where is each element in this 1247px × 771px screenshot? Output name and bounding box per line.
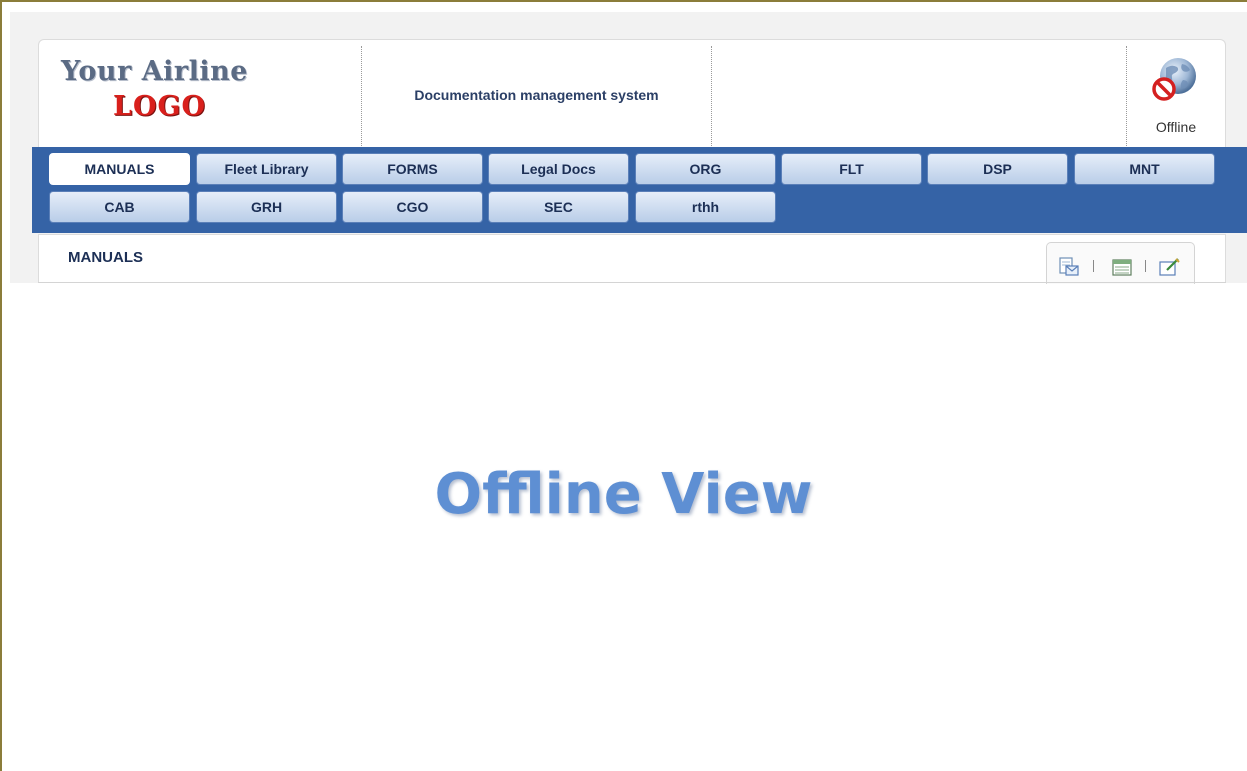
offline-view-banner: Offline View xyxy=(434,462,813,527)
tab-cgo[interactable]: CGO xyxy=(342,191,483,223)
logo-line-1: Your Airline xyxy=(61,56,248,87)
content-divider xyxy=(38,282,1226,283)
tab-forms[interactable]: FORMS xyxy=(342,153,483,185)
main-nav: MANUALS Fleet Library FORMS Legal Docs O… xyxy=(32,147,1247,233)
offline-globe-icon xyxy=(1152,58,1196,101)
tab-cab[interactable]: CAB xyxy=(49,191,190,223)
toolbar-separator xyxy=(1145,260,1146,272)
content-header: MANUALS xyxy=(38,234,1226,284)
tab-dsp[interactable]: DSP xyxy=(927,153,1068,185)
connection-status[interactable]: Offline xyxy=(1127,40,1225,150)
calendar-icon[interactable] xyxy=(1111,257,1133,277)
tab-grh[interactable]: GRH xyxy=(196,191,337,223)
tab-legal-docs[interactable]: Legal Docs xyxy=(488,153,629,185)
tab-rthh[interactable]: rthh xyxy=(635,191,776,223)
status-label: Offline xyxy=(1155,119,1197,135)
edit-note-icon[interactable] xyxy=(1158,257,1180,277)
toolbar-separator xyxy=(1093,260,1094,272)
tab-mnt[interactable]: MNT xyxy=(1074,153,1215,185)
airline-logo: Your Airline LOGO xyxy=(39,40,361,150)
tab-sec[interactable]: SEC xyxy=(488,191,629,223)
tab-fleet-library[interactable]: Fleet Library xyxy=(196,153,337,185)
content-toolbar xyxy=(1046,242,1195,284)
header-divider xyxy=(711,46,712,146)
page-title: MANUALS xyxy=(68,249,143,266)
system-title: Documentation management system xyxy=(414,87,659,103)
app-header: Your Airline LOGO Documentation manageme… xyxy=(38,39,1226,149)
tab-manuals[interactable]: MANUALS xyxy=(49,153,190,185)
app-screenshot: Your Airline LOGO Documentation manageme… xyxy=(10,12,1247,284)
tab-org[interactable]: ORG xyxy=(635,153,776,185)
logo-line-2: LOGO xyxy=(113,91,207,122)
tab-flt[interactable]: FLT xyxy=(781,153,922,185)
email-document-icon[interactable] xyxy=(1058,257,1080,277)
